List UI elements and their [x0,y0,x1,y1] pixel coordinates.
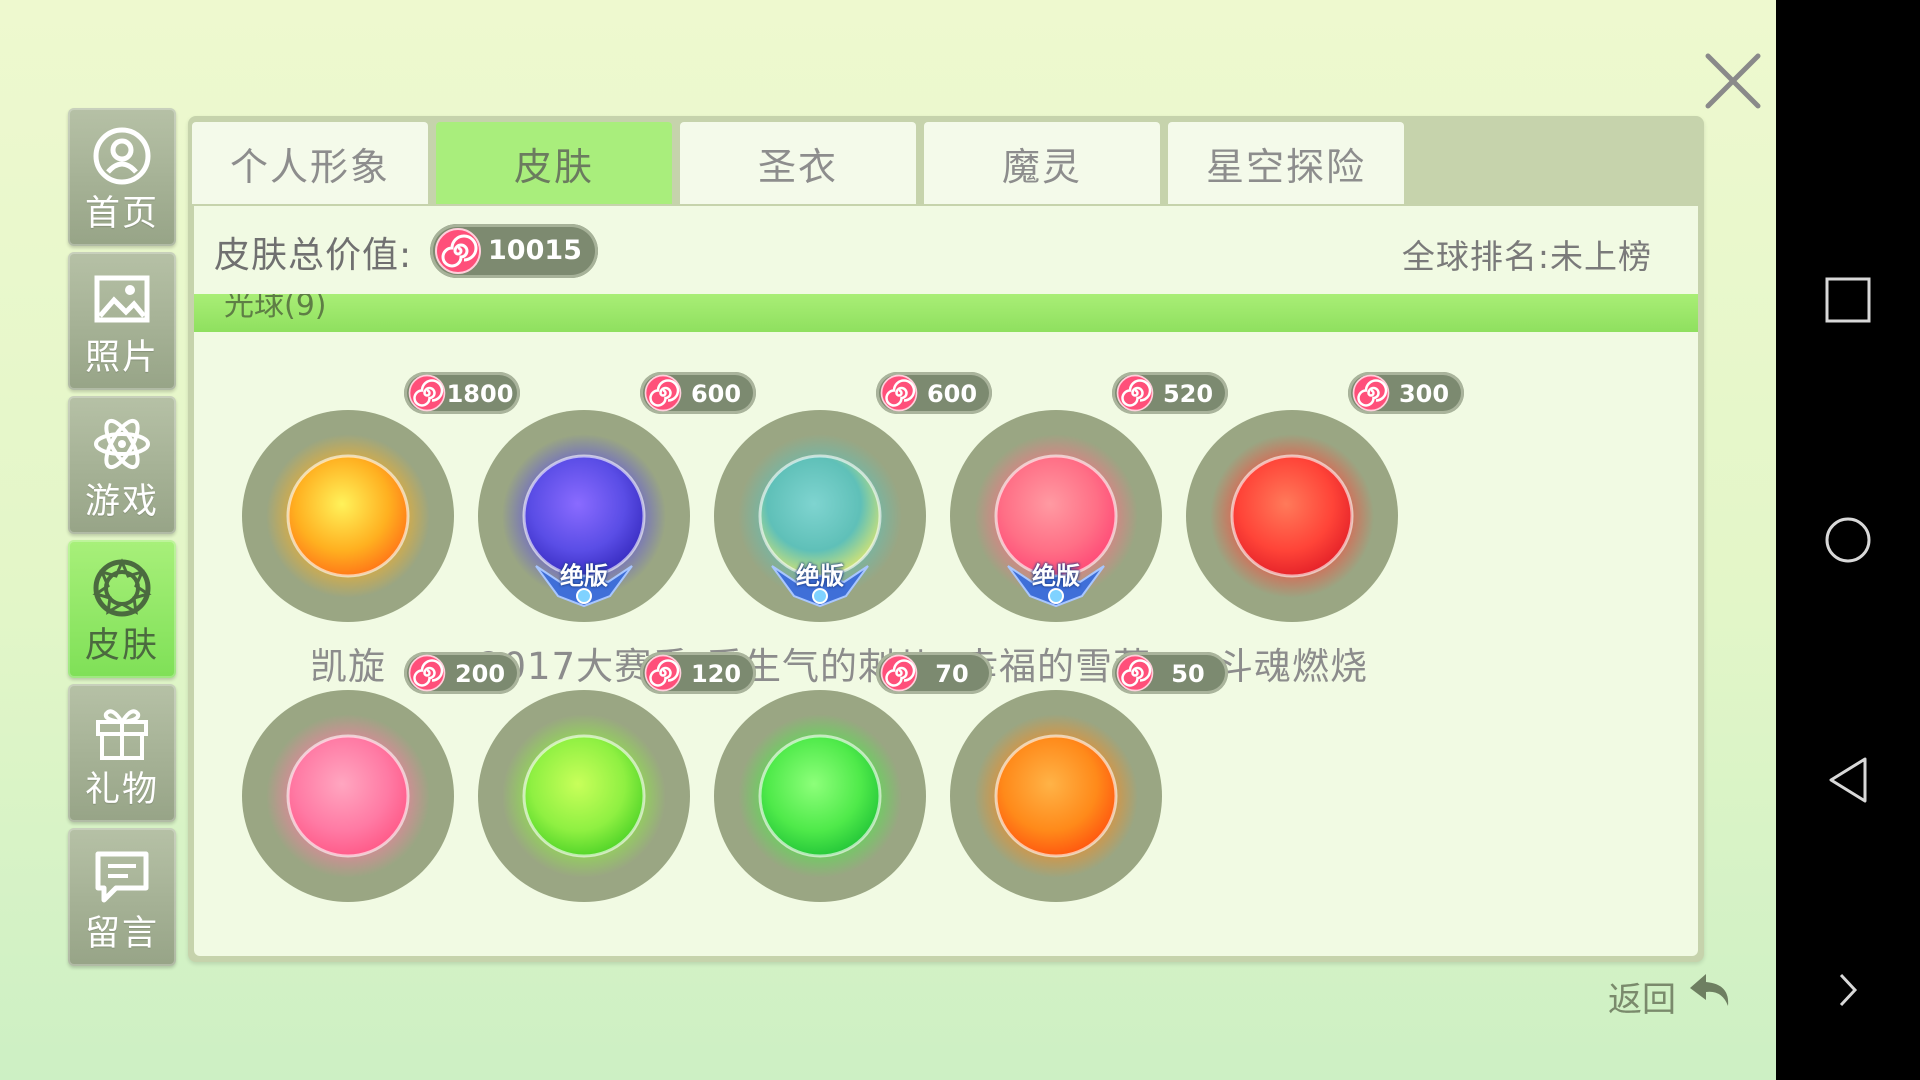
skin-price: 300 [1398,380,1450,408]
skin-plate [478,690,690,902]
user-icon [93,127,151,185]
skin-item[interactable]: 300 斗魂燃烧 [1172,370,1464,700]
tab-avatar[interactable]: 个人形象 [192,122,428,204]
tab-star-adventure[interactable]: 星空探险 [1168,122,1404,204]
skin-price: 50 [1171,660,1205,688]
global-rank: 全球排名:未上榜 [1401,237,1652,276]
orb-icon [1210,434,1374,598]
skin-item[interactable]: 70 [700,650,992,956]
total-value-pill: 10015 [430,224,598,278]
skin-plate [714,690,926,902]
limited-edition-label: 绝版 [1032,562,1080,590]
skin-plate [1186,410,1398,622]
candy-coin-icon [1352,374,1390,412]
sidebar-item-label: 礼物 [84,770,159,810]
skin-plate [242,410,454,622]
orb-icon [502,714,666,878]
message-icon [95,851,149,903]
tab-armor[interactable]: 圣衣 [680,122,916,204]
section-title: 光球(9) [224,294,327,323]
sidebar-item-photos[interactable]: 照片 [68,252,176,390]
candy-coin-icon [408,654,446,692]
skin-content[interactable]: 皮肤总价值: 10015 全球排名:未上榜 光球(9) 1800 凯旋 600 … [194,206,1698,956]
skin-icon [92,558,152,617]
candy-coin-icon [880,654,918,692]
sidebar-item-label: 首页 [84,194,159,234]
sidebar-item-skins[interactable]: 皮肤 [68,540,176,678]
home-icon[interactable] [1823,515,1873,565]
recent-apps-icon[interactable] [1823,275,1873,325]
limited-edition-label: 绝版 [796,562,844,590]
limited-edition-label: 绝版 [560,562,608,590]
candy-coin-icon [644,374,682,412]
candy-coin-icon [435,228,481,274]
sidebar-item-label: 照片 [84,338,159,378]
gift-icon [96,709,148,760]
candy-coin-icon [408,374,446,412]
tab-spirits[interactable]: 魔灵 [924,122,1160,204]
orb-icon [266,714,430,878]
skin-plate [950,690,1162,902]
skin-panel: 个人形象 皮肤 圣衣 魔灵 星空探险 皮肤总价值: 10015 全球排名:未上榜… [188,116,1704,962]
summary-row: 皮肤总价值: 10015 全球排名:未上榜 [194,206,1698,294]
candy-coin-icon [880,374,918,412]
section-header: 光球(9) [194,294,1698,332]
skin-plate [242,690,454,902]
back-label: 返回 [1608,980,1676,1020]
candy-coin-icon [644,654,682,692]
sidebar-item-games[interactable]: 游戏 [68,396,176,534]
back-icon[interactable] [1823,755,1873,805]
chevron-right-icon[interactable] [1823,965,1873,1015]
sidebar-item-home[interactable]: 首页 [68,108,176,246]
candy-coin-icon [1116,374,1154,412]
skin-item[interactable]: 50 [936,650,1228,956]
return-arrow-icon [1690,974,1729,1006]
sidebar-item-messages[interactable]: 留言 [68,828,176,966]
sidebar-item-label: 游戏 [84,482,159,522]
skin-item[interactable]: 120 [464,650,756,956]
orb-icon [266,434,430,598]
orb-icon [974,714,1138,878]
atom-icon [94,418,150,470]
orb-icon [738,714,902,878]
back-button[interactable]: 返回 [1600,960,1740,1024]
system-nav-bar [1776,0,1920,1080]
total-value: 10015 [488,235,582,266]
sidebar-item-label: 皮肤 [84,626,159,666]
tab-skins[interactable]: 皮肤 [436,122,672,204]
photo-icon [94,275,150,323]
price-badge: 50 [1112,652,1228,694]
candy-coin-icon [1116,654,1154,692]
sidebar-item-label: 留言 [84,914,159,954]
close-icon[interactable] [1700,48,1766,114]
total-value-label: 皮肤总价值: [214,235,413,276]
price-badge: 300 [1348,372,1464,414]
sidebar-item-gifts[interactable]: 礼物 [68,684,176,822]
skin-item[interactable]: 200 [228,650,520,956]
